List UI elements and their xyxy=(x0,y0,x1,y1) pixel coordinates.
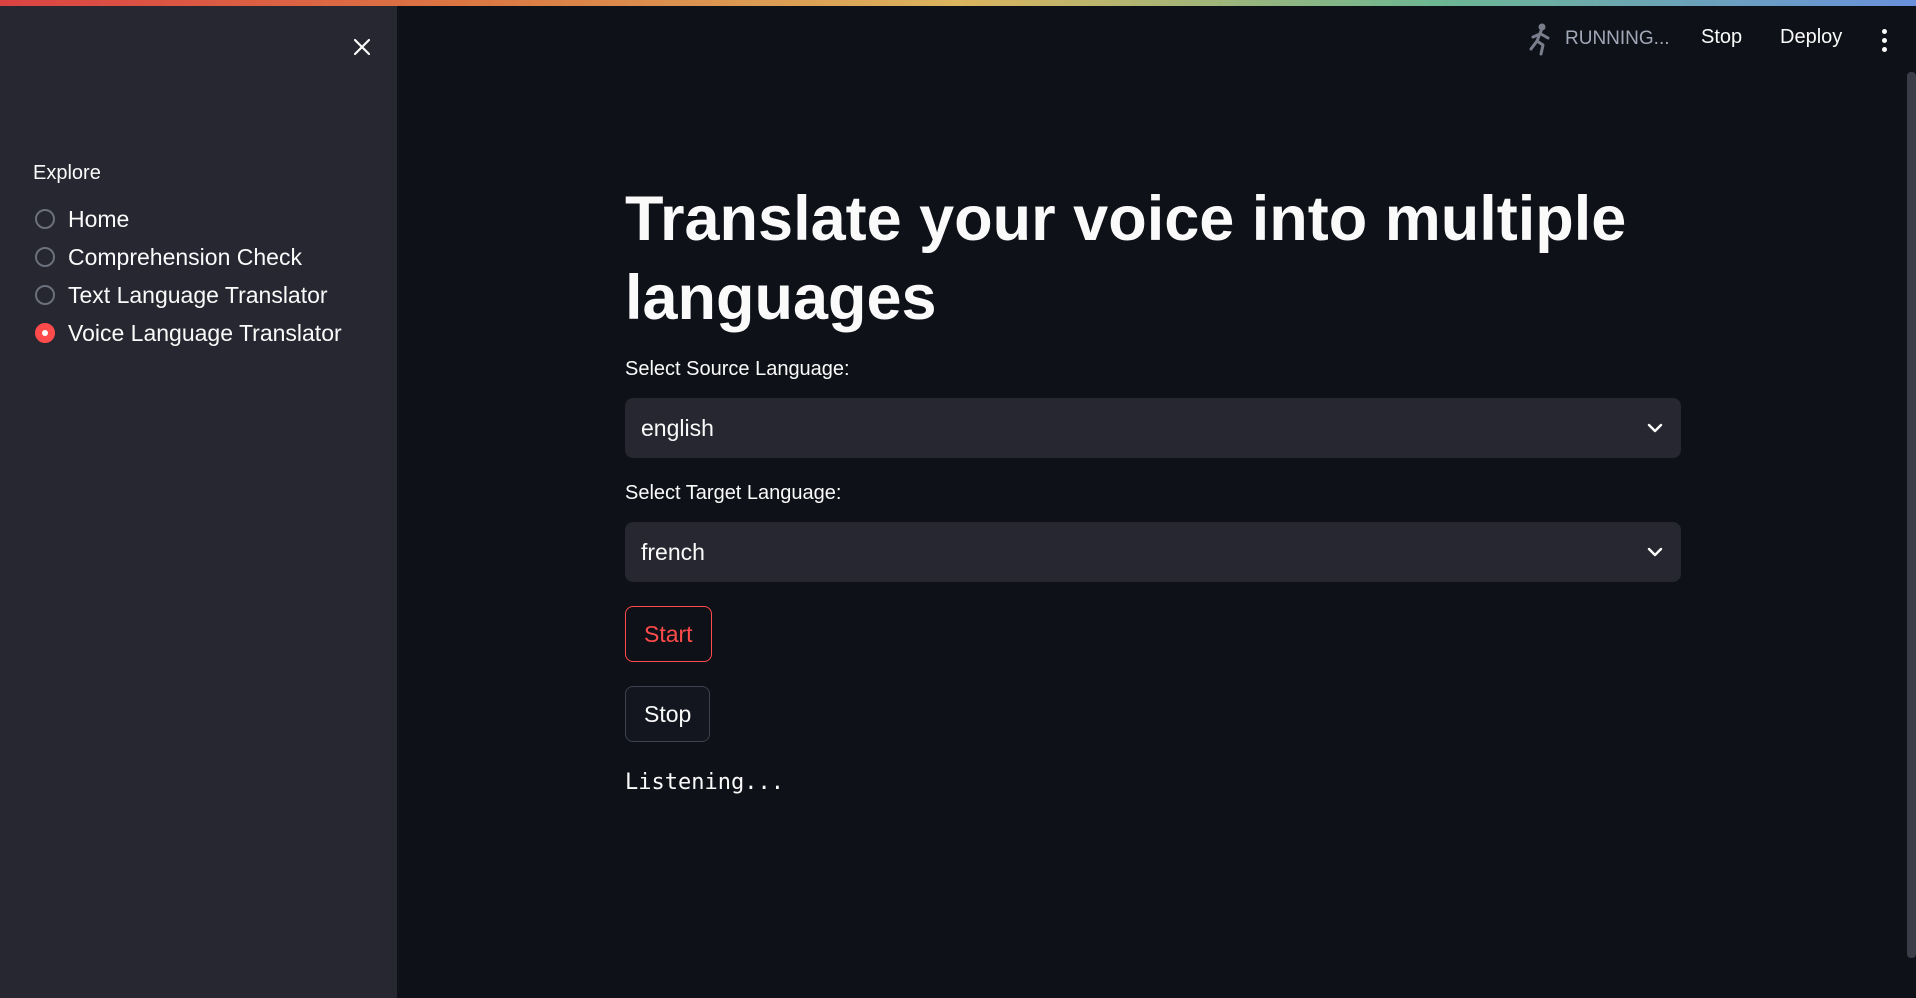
page-radio-group: Home Comprehension Check Text Language T… xyxy=(35,200,342,352)
radio-option-text-language-translator[interactable]: Text Language Translator xyxy=(35,276,342,314)
header-stop-button[interactable]: Stop xyxy=(1701,26,1742,49)
radio-option-home[interactable]: Home xyxy=(35,200,342,238)
page-scrollbar[interactable] xyxy=(1907,72,1916,958)
target-language-value: french xyxy=(641,538,705,565)
radio-option-comprehension-check[interactable]: Comprehension Check xyxy=(35,238,342,276)
menu-dot xyxy=(1881,46,1887,52)
running-status: RUNNING... xyxy=(1525,22,1670,56)
sidebar: Explore Home Comprehension Check Text La… xyxy=(0,6,397,998)
running-man-icon xyxy=(1529,23,1550,56)
chevron-down-icon xyxy=(1647,547,1663,557)
close-icon xyxy=(353,38,371,56)
target-language-label: Select Target Language: xyxy=(625,482,842,504)
main-content: Translate your voice into multiple langu… xyxy=(625,180,1681,795)
source-language-select[interactable]: english xyxy=(625,398,1681,458)
radio-button-selected[interactable] xyxy=(35,323,55,343)
running-status-text: RUNNING... xyxy=(1565,28,1670,49)
page-title: Translate your voice into multiple langu… xyxy=(625,184,1627,333)
radio-option-voice-language-translator[interactable]: Voice Language Translator xyxy=(35,314,342,352)
radio-label: Text Language Translator xyxy=(68,281,328,308)
radio-button[interactable] xyxy=(35,285,55,305)
target-language-select[interactable]: french xyxy=(625,522,1681,582)
nav-section-label: Explore xyxy=(33,162,101,184)
radio-button[interactable] xyxy=(35,247,55,267)
kebab-menu-icon[interactable] xyxy=(1874,26,1894,54)
chevron-down-icon xyxy=(1647,423,1663,433)
menu-dot xyxy=(1881,28,1887,34)
radio-button[interactable] xyxy=(35,209,55,229)
menu-dot xyxy=(1881,37,1887,43)
source-language-label: Select Source Language: xyxy=(625,358,850,380)
stop-button[interactable]: Stop xyxy=(625,686,711,742)
radio-label: Home xyxy=(68,205,130,232)
deploy-button[interactable]: Deploy xyxy=(1780,26,1842,49)
start-button[interactable]: Start xyxy=(625,606,712,662)
listening-status-text: Listening... xyxy=(625,770,784,795)
source-language-value: english xyxy=(641,414,714,441)
close-sidebar-button[interactable] xyxy=(345,30,379,64)
radio-label: Voice Language Translator xyxy=(68,319,342,346)
radio-label: Comprehension Check xyxy=(68,243,302,270)
